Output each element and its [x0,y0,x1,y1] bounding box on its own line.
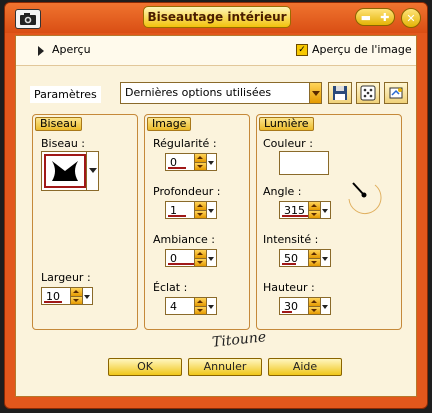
close-icon: ✕ [406,11,416,25]
depth-spinner[interactable]: 1 [165,201,217,219]
camera-icon[interactable] [15,9,41,29]
preview-bar: Aperçu ✓ Aperçu de l'image [16,36,416,66]
expand-arrow-icon[interactable] [38,46,44,56]
cancel-button[interactable]: Annuler [188,358,262,376]
chevron-down-icon[interactable] [320,202,330,218]
parameters-label: Paramètres [30,86,101,103]
width-label: Largeur : [41,271,91,284]
regularity-label: Régularité : [153,137,217,150]
spin-up-icon[interactable] [308,202,320,211]
shine-value[interactable]: 4 [170,300,177,313]
intensity-spinner[interactable]: 50 [279,249,331,267]
reset-icon [389,87,403,99]
bevel-shape-preview [44,154,86,188]
dice-icon [360,85,376,101]
reset-button[interactable] [384,82,408,104]
preset-select[interactable]: Dernières options utilisées [120,82,322,104]
chevron-down-icon[interactable] [206,202,216,218]
randomize-button[interactable] [356,82,380,104]
spin-up-icon[interactable] [194,202,206,211]
shine-label: Éclat : [153,281,188,294]
dialog-window: Biseautage intérieur ▬ ✚ ✕ Aperçu ✓ Aper… [4,2,428,409]
depth-label: Profondeur : [153,185,221,198]
height-spinner[interactable]: 30 [279,297,331,315]
dialog-body: Aperçu ✓ Aperçu de l'image Paramètres De… [15,35,417,397]
spin-down-icon[interactable] [308,258,320,266]
width-spinner[interactable]: 10 [41,287,93,305]
save-preset-button[interactable] [328,82,352,104]
spin-down-icon[interactable] [194,258,206,266]
light-group-title: Lumière [259,117,314,131]
chevron-down-icon[interactable] [206,154,216,170]
intensity-label: Intensité : [263,233,319,246]
maximize-icon[interactable]: ✚ [380,11,389,24]
bevel-label: Biseau : [41,137,86,150]
bevel-group: Biseau Biseau : Largeur : 10 [32,114,138,330]
shine-spinner[interactable]: 4 [165,297,217,315]
spin-down-icon[interactable] [308,306,320,314]
window-title: Biseautage intérieur [143,6,291,28]
title-bar[interactable]: Biseautage intérieur ▬ ✚ ✕ [5,3,427,33]
spin-up-icon[interactable] [70,288,82,297]
regularity-spinner[interactable]: 0 [165,153,217,171]
spin-down-icon[interactable] [194,210,206,218]
ambience-spinner[interactable]: 0 [165,249,217,267]
ambience-label: Ambiance : [153,233,216,246]
angle-spinner[interactable]: 315 [279,201,331,219]
chevron-down-icon[interactable] [206,298,216,314]
spin-up-icon[interactable] [194,298,206,307]
spin-down-icon[interactable] [70,296,82,304]
angle-label: Angle : [263,185,302,198]
author-signature: Titoune [211,329,267,351]
spin-down-icon[interactable] [308,210,320,218]
minimize-icon[interactable]: ▬ [361,11,371,24]
bevel-shape-picker[interactable] [41,151,99,191]
chevron-down-icon[interactable] [320,250,330,266]
close-button[interactable]: ✕ [401,8,421,28]
preview-toggle-label[interactable]: Aperçu [52,43,91,56]
minimize-maximize-buttons[interactable]: ▬ ✚ [355,8,395,26]
bevel-group-title: Biseau [35,117,82,131]
image-preview-label[interactable]: Aperçu de l'image [312,43,412,56]
spin-down-icon[interactable] [194,306,206,314]
chevron-down-icon[interactable] [309,83,321,103]
spin-up-icon[interactable] [194,250,206,259]
chevron-down-icon[interactable] [206,250,216,266]
chevron-down-icon[interactable] [86,152,98,190]
spin-down-icon[interactable] [194,162,206,170]
chevron-down-icon[interactable] [82,288,92,304]
height-label: Hauteur : [263,281,315,294]
save-icon [333,86,347,100]
image-preview-checkbox[interactable]: ✓ [296,44,308,56]
spin-up-icon[interactable] [194,154,206,163]
color-label: Couleur : [263,137,313,150]
spin-up-icon[interactable] [308,250,320,259]
help-button[interactable]: Aide [268,358,342,376]
spin-up-icon[interactable] [308,298,320,307]
preset-value: Dernières options utilisées [125,86,272,99]
image-group-title: Image [147,117,192,131]
chevron-down-icon[interactable] [320,298,330,314]
light-group: Lumière Couleur : Angle : 315 Intensité … [256,114,402,330]
image-group: Image Régularité : 0 Profondeur : 1 Ambi… [144,114,250,330]
light-color-swatch[interactable] [279,151,329,175]
angle-dial[interactable] [345,177,385,217]
ok-button[interactable]: OK [108,358,182,376]
